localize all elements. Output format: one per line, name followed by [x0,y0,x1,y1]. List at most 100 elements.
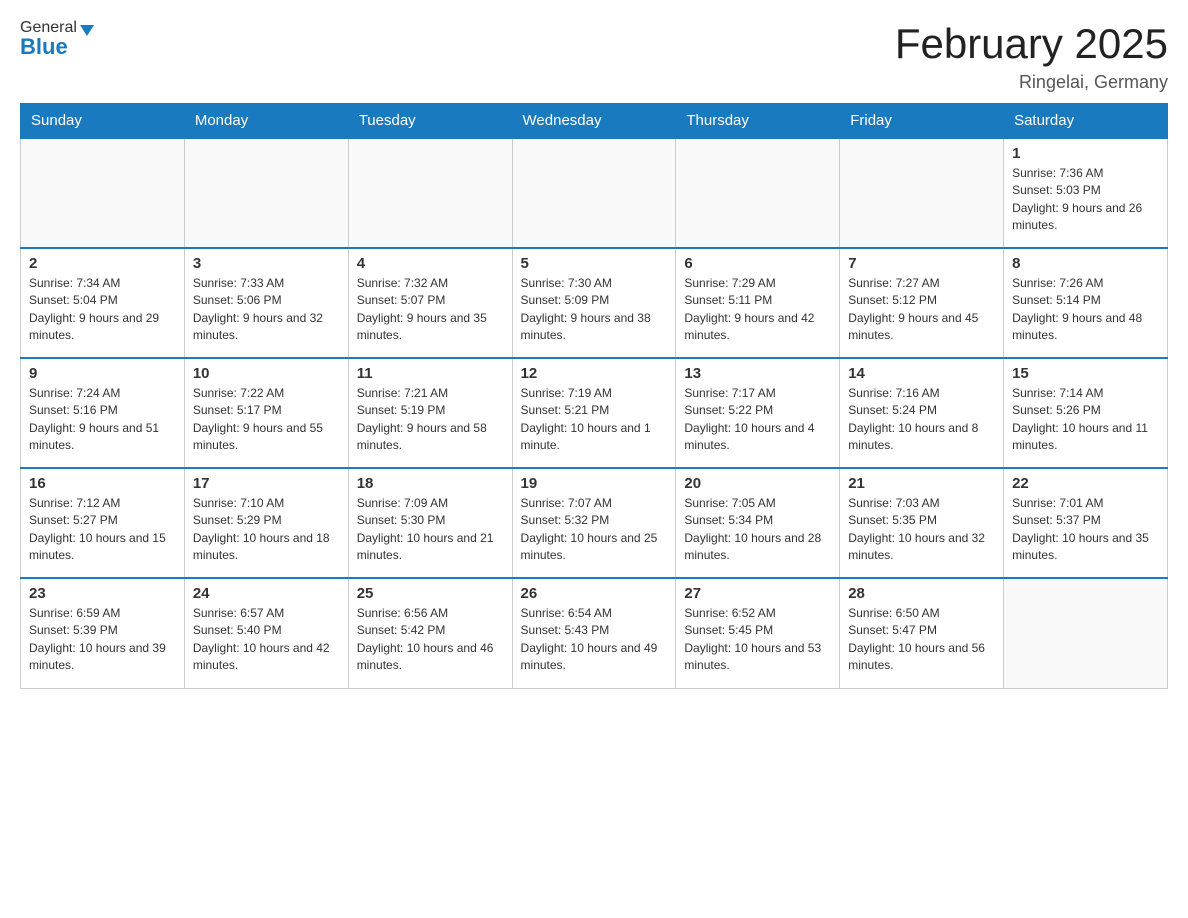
calendar-cell: 24 Sunrise: 6:57 AMSunset: 5:40 PMDayligh… [184,578,348,688]
day-info: Sunrise: 7:24 AMSunset: 5:16 PMDaylight:… [29,385,176,455]
day-number: 5 [521,255,668,272]
day-info: Sunrise: 7:21 AMSunset: 5:19 PMDaylight:… [357,385,504,455]
day-info: Sunrise: 7:26 AMSunset: 5:14 PMDaylight:… [1012,275,1159,345]
day-info: Sunrise: 7:12 AMSunset: 5:27 PMDaylight:… [29,495,176,565]
day-info: Sunrise: 7:30 AMSunset: 5:09 PMDaylight:… [521,275,668,345]
day-info: Sunrise: 7:19 AMSunset: 5:21 PMDaylight:… [521,385,668,455]
day-number: 24 [193,585,340,602]
day-info: Sunrise: 7:16 AMSunset: 5:24 PMDaylight:… [848,385,995,455]
week-row-3: 9 Sunrise: 7:24 AMSunset: 5:16 PMDaylight… [21,358,1168,468]
day-info: Sunrise: 7:29 AMSunset: 5:11 PMDaylight:… [684,275,831,345]
day-info: Sunrise: 6:52 AMSunset: 5:45 PMDaylight:… [684,605,831,675]
day-info: Sunrise: 7:34 AMSunset: 5:04 PMDaylight:… [29,275,176,345]
month-title: February 2025 [895,20,1168,68]
weekday-header-saturday: Saturday [1004,104,1168,139]
day-number: 28 [848,585,995,602]
calendar-cell: 4 Sunrise: 7:32 AMSunset: 5:07 PMDaylight… [348,248,512,358]
day-number: 13 [684,365,831,382]
day-number: 23 [29,585,176,602]
calendar-cell: 15Sunrise: 7:14 AMSunset: 5:26 PMDayligh… [1004,358,1168,468]
week-row-4: 16 Sunrise: 7:12 AMSunset: 5:27 PMDayligh… [21,468,1168,578]
day-number: 7 [848,255,995,272]
day-info: Sunrise: 7:03 AMSunset: 5:35 PMDaylight:… [848,495,995,565]
logo-triangle-icon [80,25,94,36]
calendar-cell [184,138,348,248]
day-number: 21 [848,475,995,492]
day-number: 4 [357,255,504,272]
calendar-cell: 23Sunrise: 6:59 AMSunset: 5:39 PMDayligh… [21,578,185,688]
day-info: Sunrise: 7:32 AMSunset: 5:07 PMDaylight:… [357,275,504,345]
calendar-cell [21,138,185,248]
location: Ringelai, Germany [895,72,1168,93]
weekday-header-monday: Monday [184,104,348,139]
day-number: 26 [521,585,668,602]
calendar-cell: 27 Sunrise: 6:52 AMSunset: 5:45 PMDayligh… [676,578,840,688]
day-number: 9 [29,365,176,382]
day-number: 2 [29,255,176,272]
day-number: 22 [1012,475,1159,492]
calendar-cell: 5 Sunrise: 7:30 AMSunset: 5:09 PMDaylight… [512,248,676,358]
day-info: Sunrise: 7:36 AMSunset: 5:03 PMDaylight:… [1012,165,1159,235]
weekday-header-thursday: Thursday [676,104,840,139]
calendar-cell: 1 Sunrise: 7:36 AMSunset: 5:03 PMDaylight… [1004,138,1168,248]
week-row-1: 1 Sunrise: 7:36 AMSunset: 5:03 PMDaylight… [21,138,1168,248]
calendar-table: SundayMondayTuesdayWednesdayThursdayFrid… [20,103,1168,689]
day-number: 6 [684,255,831,272]
calendar-cell: 22Sunrise: 7:01 AMSunset: 5:37 PMDayligh… [1004,468,1168,578]
weekday-header-tuesday: Tuesday [348,104,512,139]
weekday-header-wednesday: Wednesday [512,104,676,139]
day-info: Sunrise: 7:14 AMSunset: 5:26 PMDaylight:… [1012,385,1159,455]
day-number: 3 [193,255,340,272]
day-number: 27 [684,585,831,602]
day-number: 12 [521,365,668,382]
day-info: Sunrise: 7:10 AMSunset: 5:29 PMDaylight:… [193,495,340,565]
week-row-2: 2 Sunrise: 7:34 AMSunset: 5:04 PMDaylight… [21,248,1168,358]
logo-blue-text: Blue [20,36,94,58]
day-number: 18 [357,475,504,492]
logo: General Blue [20,20,94,58]
title-block: February 2025 Ringelai, Germany [895,20,1168,93]
calendar-cell: 26 Sunrise: 6:54 AMSunset: 5:43 PMDayligh… [512,578,676,688]
day-number: 17 [193,475,340,492]
day-number: 11 [357,365,504,382]
calendar-cell: 11 Sunrise: 7:21 AMSunset: 5:19 PMDayligh… [348,358,512,468]
calendar-cell [676,138,840,248]
day-info: Sunrise: 7:22 AMSunset: 5:17 PMDaylight:… [193,385,340,455]
day-info: Sunrise: 7:33 AMSunset: 5:06 PMDaylight:… [193,275,340,345]
page-header: General Blue February 2025 Ringelai, Ger… [20,20,1168,93]
weekday-header-sunday: Sunday [21,104,185,139]
calendar-cell: 21 Sunrise: 7:03 AMSunset: 5:35 PMDayligh… [840,468,1004,578]
calendar-cell: 19Sunrise: 7:07 AMSunset: 5:32 PMDayligh… [512,468,676,578]
calendar-cell: 18 Sunrise: 7:09 AMSunset: 5:30 PMDayligh… [348,468,512,578]
calendar-cell: 13Sunrise: 7:17 AMSunset: 5:22 PMDayligh… [676,358,840,468]
calendar-cell: 7 Sunrise: 7:27 AMSunset: 5:12 PMDaylight… [840,248,1004,358]
day-info: Sunrise: 6:56 AMSunset: 5:42 PMDaylight:… [357,605,504,675]
calendar-cell: 17 Sunrise: 7:10 AMSunset: 5:29 PMDayligh… [184,468,348,578]
calendar-cell [512,138,676,248]
calendar-cell [1004,578,1168,688]
logo-text: General Blue [20,20,94,58]
day-info: Sunrise: 6:54 AMSunset: 5:43 PMDaylight:… [521,605,668,675]
day-number: 1 [1012,145,1159,162]
day-number: 25 [357,585,504,602]
calendar-cell: 9 Sunrise: 7:24 AMSunset: 5:16 PMDaylight… [21,358,185,468]
day-info: Sunrise: 6:50 AMSunset: 5:47 PMDaylight:… [848,605,995,675]
calendar-cell [840,138,1004,248]
calendar-cell [348,138,512,248]
calendar-cell: 2 Sunrise: 7:34 AMSunset: 5:04 PMDaylight… [21,248,185,358]
calendar-cell: 10Sunrise: 7:22 AMSunset: 5:17 PMDayligh… [184,358,348,468]
day-info: Sunrise: 7:05 AMSunset: 5:34 PMDaylight:… [684,495,831,565]
day-info: Sunrise: 7:07 AMSunset: 5:32 PMDaylight:… [521,495,668,565]
week-row-5: 23Sunrise: 6:59 AMSunset: 5:39 PMDayligh… [21,578,1168,688]
day-info: Sunrise: 7:09 AMSunset: 5:30 PMDaylight:… [357,495,504,565]
calendar-header: SundayMondayTuesdayWednesdayThursdayFrid… [21,104,1168,139]
day-info: Sunrise: 6:57 AMSunset: 5:40 PMDaylight:… [193,605,340,675]
day-number: 14 [848,365,995,382]
day-number: 16 [29,475,176,492]
calendar-cell: 3 Sunrise: 7:33 AMSunset: 5:06 PMDaylight… [184,248,348,358]
day-number: 20 [684,475,831,492]
calendar-cell: 25 Sunrise: 6:56 AMSunset: 5:42 PMDayligh… [348,578,512,688]
calendar-cell: 12 Sunrise: 7:19 AMSunset: 5:21 PMDayligh… [512,358,676,468]
calendar-cell: 8Sunrise: 7:26 AMSunset: 5:14 PMDaylight… [1004,248,1168,358]
day-info: Sunrise: 7:27 AMSunset: 5:12 PMDaylight:… [848,275,995,345]
